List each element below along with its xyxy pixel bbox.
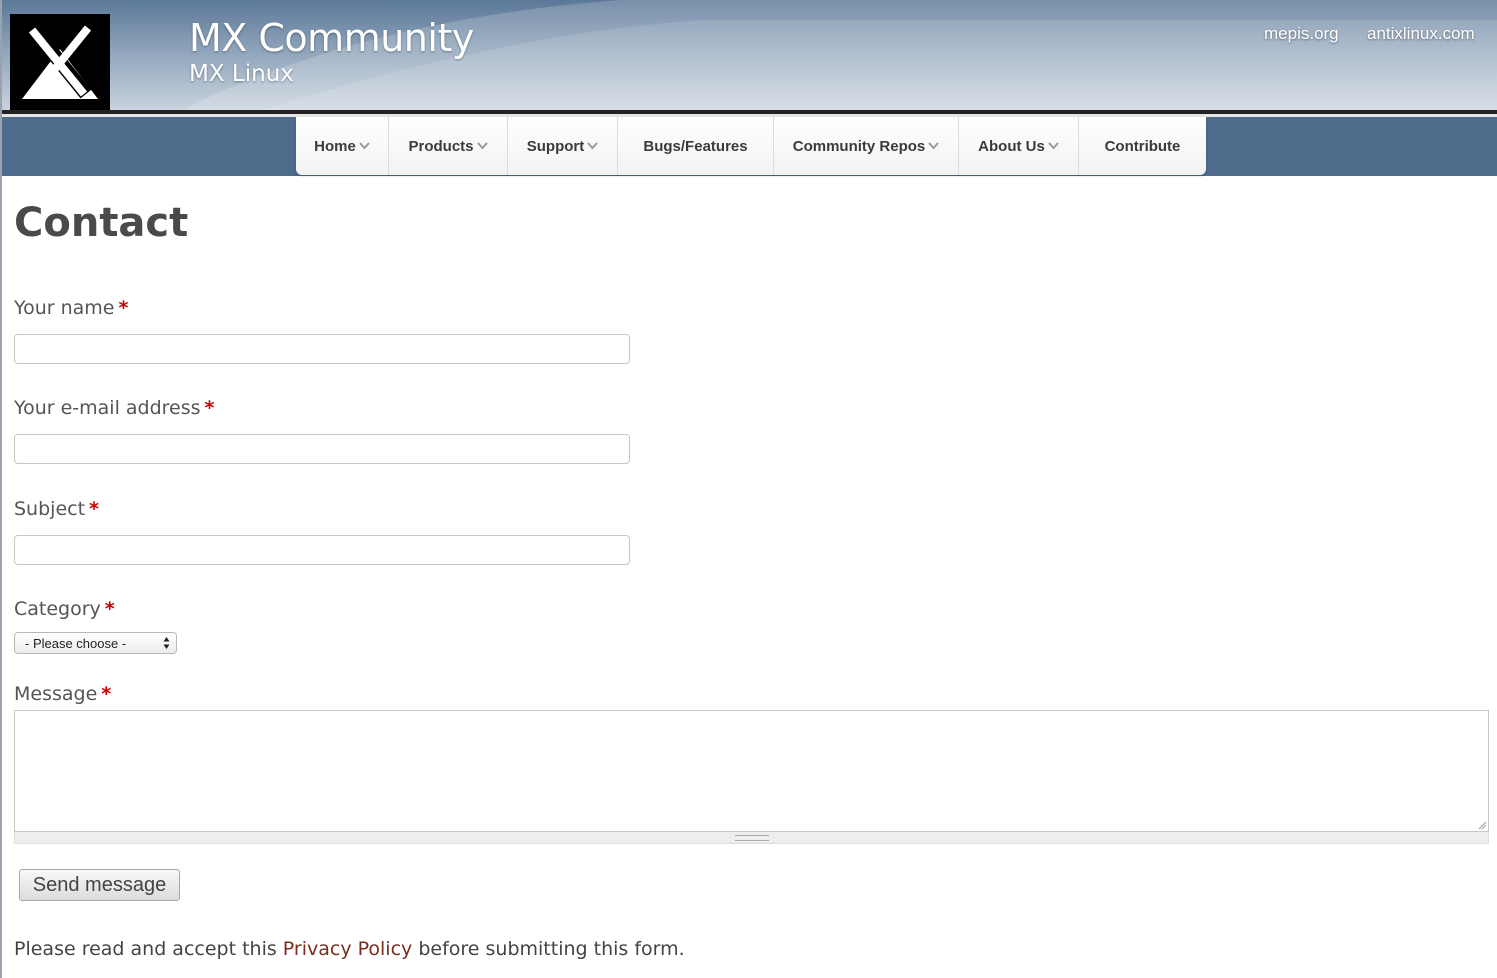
nav-item-label: Support: [526, 137, 585, 155]
chevron-down-icon: [1048, 142, 1059, 150]
email-field-label: Your e-mail address *: [14, 397, 214, 419]
select-arrows-icon: [163, 637, 170, 649]
nav-item-label: Contribute: [1104, 137, 1181, 155]
nav-item-community-repos[interactable]: Community Repos: [774, 117, 959, 175]
privacy-text-after: before submitting this form.: [412, 938, 685, 960]
external-link-mepis[interactable]: mepis.org: [1264, 24, 1339, 44]
site-slogan: MX Linux: [189, 61, 294, 87]
email-label-text: Your e-mail address: [14, 397, 201, 419]
subject-label-text: Subject: [14, 498, 86, 520]
privacy-policy-link[interactable]: Privacy Policy: [283, 938, 412, 960]
external-link-antix[interactable]: antixlinux.com: [1367, 24, 1475, 44]
chevron-down-icon: [928, 142, 939, 150]
nav-item-home[interactable]: Home: [296, 117, 389, 175]
category-label-text: Category: [14, 598, 101, 620]
category-select[interactable]: - Please choose -: [14, 632, 177, 654]
nav-item-label: About Us: [978, 137, 1045, 155]
site-name[interactable]: MX Community: [189, 16, 474, 60]
subject-input[interactable]: [14, 535, 630, 565]
nav-item-label: Community Repos: [792, 137, 926, 155]
nav-item-label: Bugs/Features: [643, 137, 748, 155]
grippie-handle-icon: [735, 835, 769, 841]
name-field-label: Your name *: [14, 297, 128, 319]
message-textarea[interactable]: [14, 710, 1489, 832]
chevron-down-icon: [359, 142, 370, 150]
privacy-text-before: Please read and accept this: [14, 938, 283, 960]
category-selected-value: - Please choose -: [25, 635, 127, 651]
email-input[interactable]: [14, 434, 630, 464]
nav-item-about-us[interactable]: About Us: [959, 117, 1079, 175]
required-marker: *: [101, 683, 112, 705]
chevron-down-icon: [587, 142, 598, 150]
resize-handle-icon[interactable]: [1477, 820, 1487, 830]
required-marker: *: [104, 598, 115, 620]
chevron-down-icon: [476, 142, 488, 150]
name-input[interactable]: [14, 334, 630, 364]
nav-item-products[interactable]: Products: [389, 117, 508, 175]
textarea-grippie[interactable]: [14, 832, 1489, 844]
main-menu: Home Products Support Bugs/Features Comm…: [296, 117, 1206, 175]
message-field-label: Message *: [14, 683, 111, 705]
nav-item-contribute[interactable]: Contribute: [1079, 117, 1206, 175]
nav-item-support[interactable]: Support: [508, 117, 618, 175]
required-marker: *: [89, 498, 99, 520]
site-logo[interactable]: [10, 14, 110, 110]
nav-item-bugs-features[interactable]: Bugs/Features: [618, 117, 774, 175]
nav-item-label: Home: [314, 137, 356, 155]
name-label-text: Your name: [14, 297, 115, 319]
site-header: MX Community MX Linux mepis.org antixlin…: [2, 0, 1497, 110]
subject-field-label: Subject *: [14, 498, 99, 520]
required-marker: *: [118, 297, 129, 319]
send-message-button[interactable]: Send message: [19, 869, 180, 901]
category-field-label: Category *: [14, 598, 115, 620]
page-title: Contact: [14, 200, 189, 246]
privacy-notice: Please read and accept this Privacy Poli…: [14, 938, 685, 960]
message-label-text: Message: [14, 683, 98, 705]
required-marker: *: [204, 397, 215, 419]
nav-item-label: Products: [408, 137, 474, 155]
